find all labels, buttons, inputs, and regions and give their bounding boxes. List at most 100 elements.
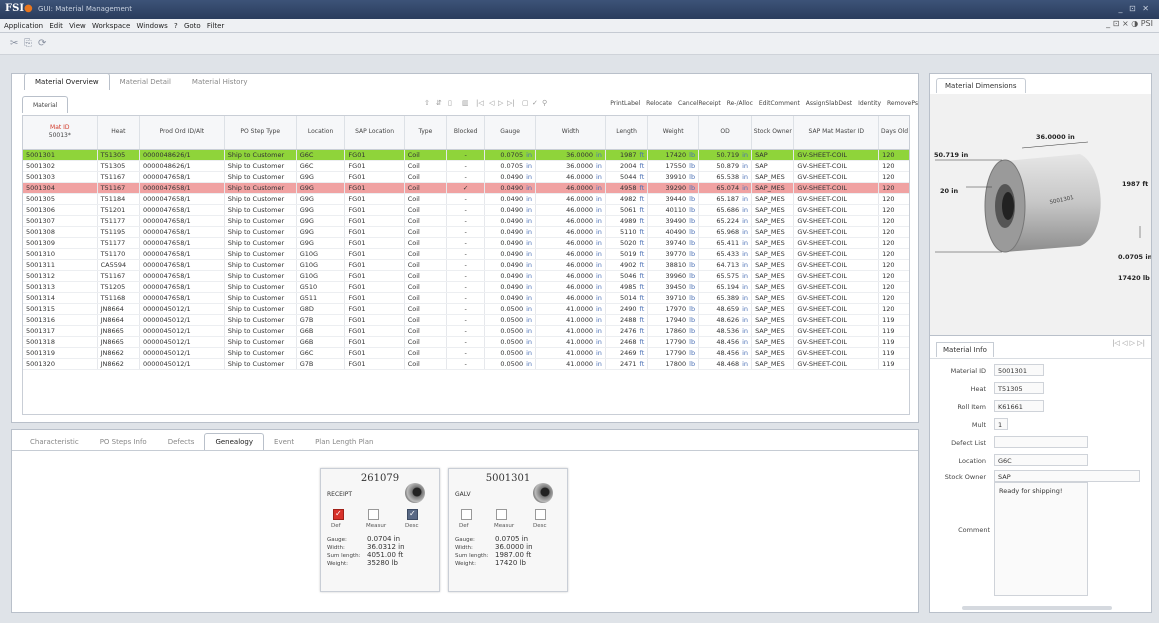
cell-days[interactable]: 119 [878,325,909,338]
cell-mm[interactable]: GV-SHEET-COIL [793,215,880,227]
cell-od[interactable]: 65.968 in [698,226,753,238]
cell-sap[interactable]: FG01 [344,303,405,316]
col-weight[interactable]: Weight [647,116,700,150]
cell-length[interactable]: 5019 ft [605,248,649,260]
cell-width[interactable]: 41.0000 in [535,314,606,327]
cell-gauge[interactable]: 0.0490 in [484,215,537,227]
card-checkbox-desc[interactable] [535,509,546,520]
cell-owner[interactable]: SAP_MES [751,204,795,216]
cell-blocked[interactable]: - [446,204,486,216]
cell-sap[interactable]: FG01 [344,259,405,272]
select-icon[interactable]: ▢ [522,99,529,107]
cell-id[interactable]: 5001302 [23,160,98,172]
info-value[interactable]: 1 [994,418,1008,430]
cell-heat[interactable]: JN8664 [97,303,140,316]
info-value[interactable]: G6C [994,454,1088,466]
table-row[interactable]: 5001312 T51167 0000047658/1 Ship to Custome… [23,270,909,283]
cell-heat[interactable]: T51170 [97,248,140,260]
cell-weight[interactable]: 39710 lb [647,292,700,305]
table-row[interactable]: 5001301 T51305 0000048626/1 Ship to Custome… [23,149,909,161]
tab-defects[interactable]: Defects [157,433,206,450]
action-assign-slab-dest[interactable]: AssignSlabDest [806,100,852,107]
pin-icon[interactable]: ⚲ [542,99,547,107]
cell-po[interactable]: 0000045012/1 [139,336,225,349]
cell-days[interactable]: 120 [878,182,909,194]
cell-loc[interactable]: G9G [296,215,346,227]
cell-length[interactable]: 2488 ft [605,314,649,327]
cell-step[interactable]: Ship to Customer [224,259,297,272]
cell-days[interactable]: 120 [878,160,909,172]
cell-id[interactable]: 5001304 [23,182,98,194]
cell-loc[interactable]: G9G [296,193,346,205]
cell-owner[interactable]: SAP_MES [751,314,795,327]
cell-width[interactable]: 46.0000 in [535,237,606,249]
cell-length[interactable]: 5110 ft [605,226,649,238]
cell-od[interactable]: 65.433 in [698,248,753,260]
cell-width[interactable]: 46.0000 in [535,292,606,305]
tab-plan-length-plan[interactable]: Plan Length Plan [304,433,384,450]
cell-sap[interactable]: FG01 [344,160,405,172]
col-po-step-type[interactable]: PO Step Type [224,116,297,150]
cell-gauge[interactable]: 0.0705 in [484,149,537,161]
cell-loc[interactable]: G10G [296,270,346,283]
cell-id[interactable]: 5001315 [23,303,98,316]
table-row[interactable]: 5001305 T51184 0000047658/1 Ship to Custome… [23,193,909,205]
table-row[interactable]: 5001302 T51305 0000048626/1 Ship to Custome… [23,160,909,172]
cell-blocked[interactable]: - [446,193,486,205]
col-length[interactable]: Length [605,116,649,150]
cell-weight[interactable]: 40490 lb [647,226,700,238]
cell-length[interactable]: 4958 ft [605,182,649,194]
cell-mm[interactable]: GV-SHEET-COIL [793,226,880,238]
cell-od[interactable]: 65.686 in [698,204,753,216]
cell-owner[interactable]: SAP_MES [751,182,795,194]
filter-icon[interactable]: ▯ [448,99,452,107]
cell-weight[interactable]: 39770 lb [647,248,700,260]
cell-length[interactable]: 5014 ft [605,292,649,305]
cell-gauge[interactable]: 0.0500 in [484,336,537,349]
table-row[interactable]: 5001318 JN8665 0000045012/1 Ship to Custome… [23,336,909,349]
cell-type[interactable]: Coil [404,358,448,371]
cell-gauge[interactable]: 0.0490 in [484,248,537,260]
cell-po[interactable]: 0000048626/1 [139,149,225,161]
cell-step[interactable]: Ship to Customer [224,270,297,283]
col-mat-id[interactable]: Mat ID 50013* [23,116,98,150]
cell-loc[interactable]: G9G [296,226,346,238]
window-controls[interactable]: _ ⊡ ✕ [1119,4,1152,13]
cell-gauge[interactable]: 0.0490 in [484,237,537,249]
cell-length[interactable]: 4982 ft [605,193,649,205]
col-gauge[interactable]: Gauge [484,116,537,150]
cell-heat[interactable]: T51184 [97,193,140,205]
cell-width[interactable]: 41.0000 in [535,325,606,338]
cell-sap[interactable]: FG01 [344,292,405,305]
table-row[interactable]: 5001320 JN8662 0000045012/1 Ship to Custome… [23,358,909,371]
cell-blocked[interactable]: - [446,160,486,172]
cell-type[interactable]: Coil [404,336,448,349]
cell-width[interactable]: 46.0000 in [535,204,606,216]
cell-width[interactable]: 46.0000 in [535,270,606,283]
table-row[interactable]: 5001310 T51170 0000047658/1 Ship to Custome… [23,248,909,260]
cell-mm[interactable]: GV-SHEET-COIL [793,292,880,305]
cell-blocked[interactable]: - [446,237,486,249]
cell-gauge[interactable]: 0.0500 in [484,347,537,360]
cell-po[interactable]: 0000047658/1 [139,226,225,238]
cell-gauge[interactable]: 0.0490 in [484,226,537,238]
tab-po-steps-info[interactable]: PO Steps Info [89,433,158,450]
cell-owner[interactable]: SAP_MES [751,336,795,349]
cell-days[interactable]: 120 [878,226,909,238]
nav-first-icon[interactable]: |◁ [476,99,484,107]
cell-length[interactable]: 5061 ft [605,204,649,216]
cell-od[interactable]: 65.411 in [698,237,753,249]
cell-sap[interactable]: FG01 [344,336,405,349]
cell-od[interactable]: 48.468 in [698,358,753,371]
cell-width[interactable]: 46.0000 in [535,215,606,227]
cell-loc[interactable]: G10G [296,259,346,272]
cell-days[interactable]: 119 [878,358,909,371]
cell-sap[interactable]: FG01 [344,193,405,205]
cell-blocked[interactable]: - [446,314,486,327]
cell-po[interactable]: 0000045012/1 [139,358,225,371]
col-location[interactable]: Location [296,116,346,150]
cell-mm[interactable]: GV-SHEET-COIL [793,347,880,360]
action-identity[interactable]: Identity [858,100,881,107]
cell-po[interactable]: 0000047658/1 [139,237,225,249]
cell-width[interactable]: 46.0000 in [535,193,606,205]
